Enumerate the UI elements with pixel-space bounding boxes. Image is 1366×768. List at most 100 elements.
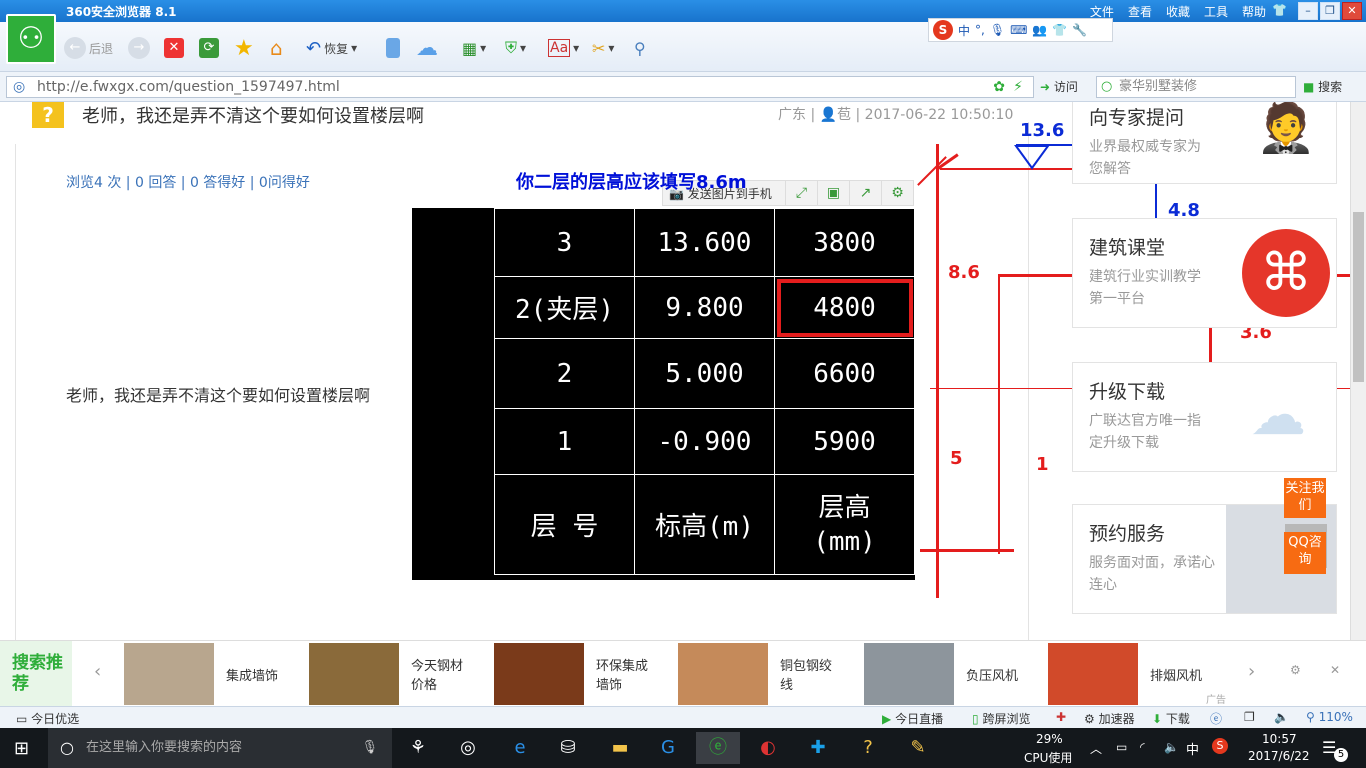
menu-view[interactable]: 查看 xyxy=(1128,3,1152,20)
gear-icon[interactable]: ⚙ xyxy=(881,181,913,205)
tray-chevron-icon[interactable]: ︿ xyxy=(1090,740,1102,757)
cross-screen-button[interactable]: ▯ 跨屏浏览 xyxy=(972,710,1030,727)
store-icon[interactable]: ⛁ xyxy=(546,732,590,764)
elevation-marker-icon xyxy=(1014,145,1050,170)
microphone-icon[interactable]: 🎙 xyxy=(990,23,1005,37)
sidebar-card-download[interactable]: 升级下载 广联达官方唯一指定升级下载 ☁ xyxy=(1072,362,1337,472)
wrench-icon[interactable]: 🔧 xyxy=(1072,23,1087,37)
windows-start-icon[interactable]: ⊞ xyxy=(14,738,29,759)
cloud-button[interactable]: ☁ xyxy=(416,36,438,61)
taskbar-search[interactable]: ○ 在这里输入你要搜索的内容 🎙 xyxy=(48,728,392,768)
app-plus-icon[interactable]: ✚ xyxy=(796,732,840,764)
close-icon[interactable]: ✕ xyxy=(1330,663,1340,677)
favorite-button[interactable]: ★ xyxy=(234,36,254,61)
question-title: 老师，我还是弄不清这个要如何设置楼层啊 xyxy=(82,106,424,127)
recommend-item[interactable]: 集成墙饰 xyxy=(124,641,278,707)
app-red-icon[interactable]: ◐ xyxy=(746,732,790,764)
user-group-icon[interactable]: 👥 xyxy=(1032,23,1047,37)
download-icon: ⬇ xyxy=(1152,712,1163,726)
folder-icon[interactable]: ▬ xyxy=(598,732,642,764)
live-button[interactable]: ▶ 今日直播 xyxy=(882,710,943,727)
follow-button[interactable]: 关注我们 xyxy=(1284,478,1326,518)
battery-icon[interactable]: ▭ xyxy=(1116,740,1127,754)
shirt-icon[interactable]: 👕 xyxy=(1052,23,1067,37)
sidebar-card-ask[interactable]: 向专家提问 业界最权威专家为您解答 🤵 xyxy=(1072,102,1337,184)
user-avatar[interactable]: ⚇ xyxy=(6,14,56,64)
maximize-button[interactable]: ❐ xyxy=(1320,2,1340,20)
expand-icon[interactable]: ⤢ xyxy=(785,181,817,205)
recommend-item[interactable]: 排烟风机 xyxy=(1048,641,1202,707)
glodon-icon[interactable]: G xyxy=(646,732,690,764)
refresh-button[interactable]: ⟳ xyxy=(199,36,219,60)
question-stats[interactable]: 浏览4 次 | 0 回答 | 0 答得好 | 0问得好 xyxy=(66,172,310,192)
app-swirl-icon[interactable]: ◎ xyxy=(446,732,490,764)
floor-table-image[interactable]: 3 13.600 3800 2(夹层) 9.800 4800 2 5.000 6600 1-… xyxy=(412,208,915,580)
addon-icon[interactable]: ✚ xyxy=(1056,710,1066,724)
restore-button[interactable]: ↶ 恢复 ▾ xyxy=(306,36,357,60)
close-button[interactable]: ✕ xyxy=(1342,2,1362,20)
ie-icon[interactable]: ⓔ xyxy=(1210,710,1222,727)
security-button[interactable]: ⛨ ▾ xyxy=(505,36,526,60)
item-image xyxy=(678,643,768,705)
taskbar: ⊞ ○ 在这里输入你要搜索的内容 🎙 ⚘ ◎ e ⛁ ▬ G ⓔ ◐ ✚ ? ✎ 2… xyxy=(0,728,1366,768)
save-icon[interactable]: ▣ xyxy=(817,181,849,205)
scrollbar[interactable] xyxy=(1350,102,1366,640)
task-view-icon[interactable]: ⚘ xyxy=(396,732,440,764)
recommend-item[interactable]: 铜包钢绞线 xyxy=(678,641,840,707)
home-button[interactable]: ⌂ xyxy=(270,36,283,60)
item-label: 排烟风机 xyxy=(1150,668,1203,684)
screenshot-button[interactable]: ✂ ▾ xyxy=(592,36,614,60)
help-icon[interactable]: ? xyxy=(846,732,890,764)
prev-arrow-icon[interactable]: ‹ xyxy=(94,661,101,682)
forward-button[interactable]: → xyxy=(128,36,150,60)
recommend-item[interactable]: 负压风机 xyxy=(864,641,1018,707)
stop-button[interactable]: ✕ xyxy=(164,36,184,60)
volume-icon[interactable]: 🔈 xyxy=(1274,710,1289,724)
zoom-control[interactable]: ⚲ 110% xyxy=(1306,710,1353,724)
search-button[interactable]: ■ 搜索 xyxy=(1303,76,1342,98)
url-field[interactable]: ◎ http://e.fwxgx.com/question_1597497.htm… xyxy=(6,76,1034,98)
accelerator-button[interactable]: ⚙ 加速器 xyxy=(1084,710,1135,727)
next-arrow-icon[interactable]: › xyxy=(1248,661,1255,682)
translate-button[interactable]: Aa ▾ xyxy=(548,36,579,60)
minimize-button[interactable]: – xyxy=(1298,2,1318,20)
edge-icon[interactable]: e xyxy=(498,732,542,764)
punctuation-icon[interactable]: °, xyxy=(975,23,985,37)
sogou-tray-icon[interactable]: S xyxy=(1212,738,1228,754)
window-title: 360安全浏览器 8.1 xyxy=(66,5,177,19)
go-button[interactable]: ➜ 访问 xyxy=(1040,76,1078,98)
find-button[interactable]: ⚲ xyxy=(634,36,646,60)
recommend-item[interactable]: 今天钢材价格 xyxy=(309,641,471,707)
sidebar-card-course[interactable]: 建筑课堂 建筑行业实训教学第一平台 ⌘ xyxy=(1072,218,1337,328)
gear-icon[interactable]: ⚙ xyxy=(1290,663,1301,677)
speaker-icon[interactable]: 🔈 xyxy=(1164,740,1179,754)
accel-label: 加速器 xyxy=(1098,712,1135,726)
share-icon[interactable]: ↗ xyxy=(849,181,881,205)
title-bar: 360安全浏览器 8.1 文件 查看 收藏 工具 帮助 👕 – ❐ ✕ xyxy=(0,0,1366,22)
table-cell: 3800 xyxy=(774,208,915,277)
browser-360-icon[interactable]: ⓔ xyxy=(696,732,740,764)
wifi-icon[interactable]: ◜ xyxy=(1140,740,1145,754)
ime-mode[interactable]: 中 xyxy=(958,22,970,39)
scroll-thumb[interactable] xyxy=(1353,212,1364,382)
sketch-line xyxy=(936,144,939,598)
phone-button[interactable] xyxy=(386,36,400,60)
sogou-logo-icon[interactable]: S xyxy=(933,20,953,40)
menu-tools[interactable]: 工具 xyxy=(1204,3,1228,20)
download-button[interactable]: ⬇ 下载 xyxy=(1152,710,1190,727)
window-icon[interactable]: ❐ xyxy=(1244,710,1255,724)
apps-button[interactable]: ▦ ▾ xyxy=(462,36,486,60)
input-language[interactable]: 中 xyxy=(1186,739,1199,758)
notepad-icon[interactable]: ✎ xyxy=(896,732,940,764)
skin-icon[interactable]: 👕 xyxy=(1272,3,1287,17)
sketch-label: 1 xyxy=(1036,454,1049,475)
phone-icon xyxy=(386,38,400,58)
search-input[interactable]: ○ 豪华别墅装修 xyxy=(1096,76,1296,98)
today-picks[interactable]: ▭ 今日优选 xyxy=(16,710,79,727)
recommend-item[interactable]: 环保集成墙饰 xyxy=(494,641,656,707)
keyboard-icon[interactable]: ⌨ xyxy=(1010,23,1027,37)
menu-favorites[interactable]: 收藏 xyxy=(1166,3,1190,20)
back-button[interactable]: ← 后退 xyxy=(64,36,113,60)
qq-consult-button[interactable]: QQ咨询 xyxy=(1284,532,1326,574)
menu-help[interactable]: 帮助 xyxy=(1242,3,1266,20)
